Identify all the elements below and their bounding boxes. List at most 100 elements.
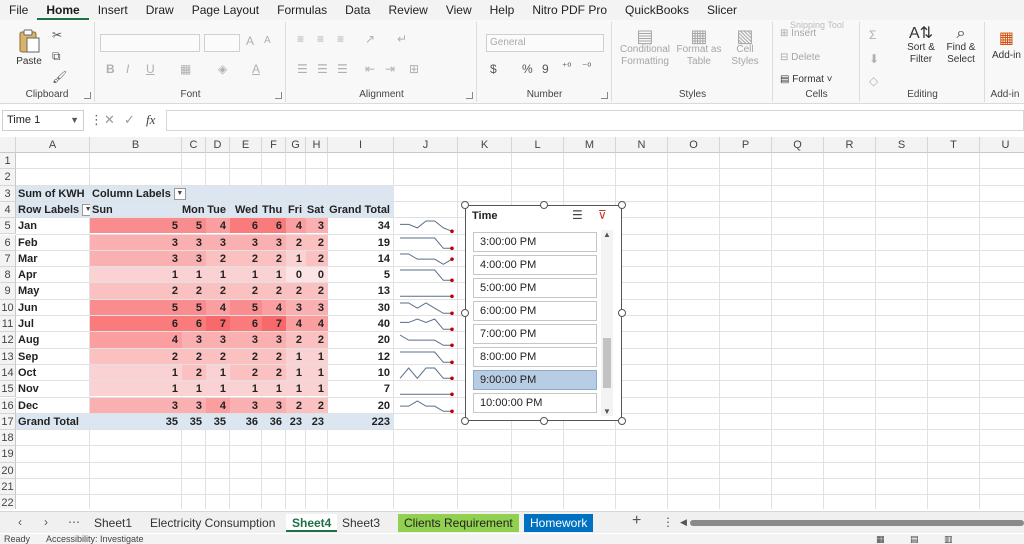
menu-data[interactable]: Data [336, 0, 379, 20]
borders-icon[interactable]: ▦ [180, 62, 191, 76]
data-cell[interactable]: 4 [286, 316, 306, 332]
data-cell[interactable]: 2 [230, 283, 262, 299]
row-header[interactable]: 13 [0, 348, 16, 365]
column-header[interactable]: T [928, 137, 980, 153]
data-cell[interactable]: 3 [206, 332, 230, 348]
data-cell[interactable]: 1 [230, 381, 262, 397]
more-options-icon[interactable]: ⋮ [90, 112, 103, 128]
slicer-item[interactable]: 8:00:00 PM [473, 347, 597, 367]
row-total-cell[interactable]: 14 [328, 251, 394, 266]
data-cell[interactable]: 2 [306, 332, 328, 348]
data-cell[interactable]: 2 [306, 283, 328, 299]
month-row-label[interactable]: Aug [16, 332, 90, 347]
data-cell[interactable]: 2 [306, 250, 328, 267]
day-header[interactable]: Sun [90, 201, 182, 218]
data-cell[interactable]: 3 [230, 332, 262, 348]
month-row-label[interactable]: May [16, 283, 90, 298]
time-slicer[interactable]: Time ☰ ⊽ 3:00:00 PM 4:00:00 PM 5:00:00 PM 6… [461, 201, 626, 425]
align-center-icon[interactable]: ☰ [317, 62, 328, 76]
font-launcher[interactable] [275, 92, 282, 99]
increase-decimal-icon[interactable]: ⁺⁰ [562, 62, 571, 73]
addins-button[interactable]: ▦ Add-in [992, 28, 1021, 61]
row-header[interactable]: 14 [0, 364, 16, 382]
data-cell[interactable]: 3 [230, 397, 262, 413]
horizontal-scrollbar[interactable] [690, 520, 1024, 526]
day-header[interactable]: Wed [230, 201, 262, 218]
data-cell[interactable]: 6 [230, 316, 262, 332]
row-header[interactable]: 7 [0, 250, 16, 268]
align-right-icon[interactable]: ☰ [337, 62, 348, 76]
slicer-item[interactable]: 10:00:00 PM [473, 393, 597, 413]
day-header[interactable]: Grand Total [328, 201, 394, 218]
menu-file[interactable]: File [0, 0, 37, 20]
row-header[interactable]: 2 [0, 169, 16, 186]
middle-align-icon[interactable]: ≡ [317, 32, 324, 46]
data-cell[interactable]: 2 [306, 234, 328, 250]
formula-input[interactable] [166, 110, 1024, 131]
increase-indent-icon[interactable]: ⇥ [385, 62, 395, 76]
data-cell[interactable]: 1 [286, 364, 306, 381]
row-total-cell[interactable]: 20 [328, 398, 394, 413]
data-cell[interactable]: 3 [182, 234, 206, 250]
format-as-table-button[interactable]: ▦ Format as Table [675, 27, 723, 68]
month-row-label[interactable]: Dec [16, 398, 90, 413]
autosum-icon[interactable]: Σ [869, 28, 876, 42]
data-cell[interactable]: 2 [262, 283, 286, 299]
scroll-down-icon[interactable]: ▼ [603, 407, 611, 416]
sheet-tab-homework[interactable]: Homework [524, 514, 594, 532]
data-cell[interactable]: 5 [182, 299, 206, 315]
comma-button[interactable]: 9 [542, 62, 549, 76]
column-header[interactable]: M [564, 137, 616, 153]
delete-cells-button[interactable]: ⊟ Delete [780, 52, 820, 63]
data-cell[interactable]: 1 [182, 381, 206, 397]
menu-slicer[interactable]: Slicer [698, 0, 746, 20]
month-row-label[interactable]: Feb [16, 235, 90, 250]
row-header[interactable]: 19 [0, 446, 16, 463]
column-header[interactable]: P [720, 137, 772, 153]
row-header[interactable]: 10 [0, 299, 16, 316]
data-cell[interactable]: 1 [206, 364, 230, 381]
data-cell[interactable]: 7 [206, 316, 230, 332]
currency-button[interactable]: $ [490, 62, 497, 76]
data-cell[interactable]: 3 [90, 250, 182, 267]
month-row-label[interactable]: Nov [16, 381, 90, 396]
clear-filter-icon[interactable]: ⊽ [598, 208, 607, 222]
data-cell[interactable]: 1 [286, 381, 306, 397]
add-sheet-icon[interactable]: + [632, 512, 641, 530]
filter-dropdown-icon[interactable]: ▼ [82, 203, 90, 216]
data-cell[interactable]: 3 [306, 299, 328, 315]
slicer-item[interactable]: 4:00:00 PM [473, 255, 597, 275]
slicer-item[interactable]: 7:00:00 PM [473, 324, 597, 344]
resize-handle[interactable] [461, 201, 469, 209]
column-header[interactable]: K [458, 137, 512, 153]
grand-total-cell[interactable]: 35 [206, 413, 230, 430]
data-cell[interactable]: 4 [262, 299, 286, 315]
italic-button[interactable]: I [126, 62, 129, 76]
row-total-cell[interactable]: 20 [328, 332, 394, 347]
data-cell[interactable]: 1 [182, 267, 206, 283]
grand-total-cell[interactable]: 223 [328, 413, 394, 430]
resize-handle[interactable] [540, 201, 548, 209]
data-cell[interactable]: 2 [206, 348, 230, 364]
data-cell[interactable]: 1 [206, 267, 230, 283]
data-cell[interactable]: 3 [262, 397, 286, 413]
insert-function-button[interactable]: fx [146, 112, 155, 128]
multi-select-icon[interactable]: ☰ [572, 208, 583, 222]
sheet-tab-electricity-consumption[interactable]: Electricity Consumption [144, 514, 281, 532]
menu-insert[interactable]: Insert [89, 0, 137, 20]
data-cell[interactable]: 2 [206, 283, 230, 299]
column-header[interactable]: C [182, 137, 206, 153]
row-header[interactable]: 1 [0, 153, 16, 170]
resize-handle[interactable] [461, 417, 469, 425]
cell-styles-button[interactable]: ▧ Cell Styles [725, 27, 765, 68]
format-cells-button[interactable]: ▤ Format ˅ [780, 74, 833, 85]
menu-view[interactable]: View [437, 0, 481, 20]
cut-icon[interactable]: ✂ [52, 28, 62, 42]
row-total-cell[interactable]: 34 [328, 218, 394, 233]
enter-icon[interactable]: ✓ [124, 112, 135, 128]
sort-filter-button[interactable]: A⇅ Sort & Filter [903, 26, 939, 66]
row-header[interactable]: 4 [0, 201, 16, 219]
menu-formulas[interactable]: Formulas [268, 0, 336, 20]
page-layout-icon[interactable]: ▤ [910, 534, 919, 544]
data-cell[interactable]: 1 [286, 250, 306, 267]
